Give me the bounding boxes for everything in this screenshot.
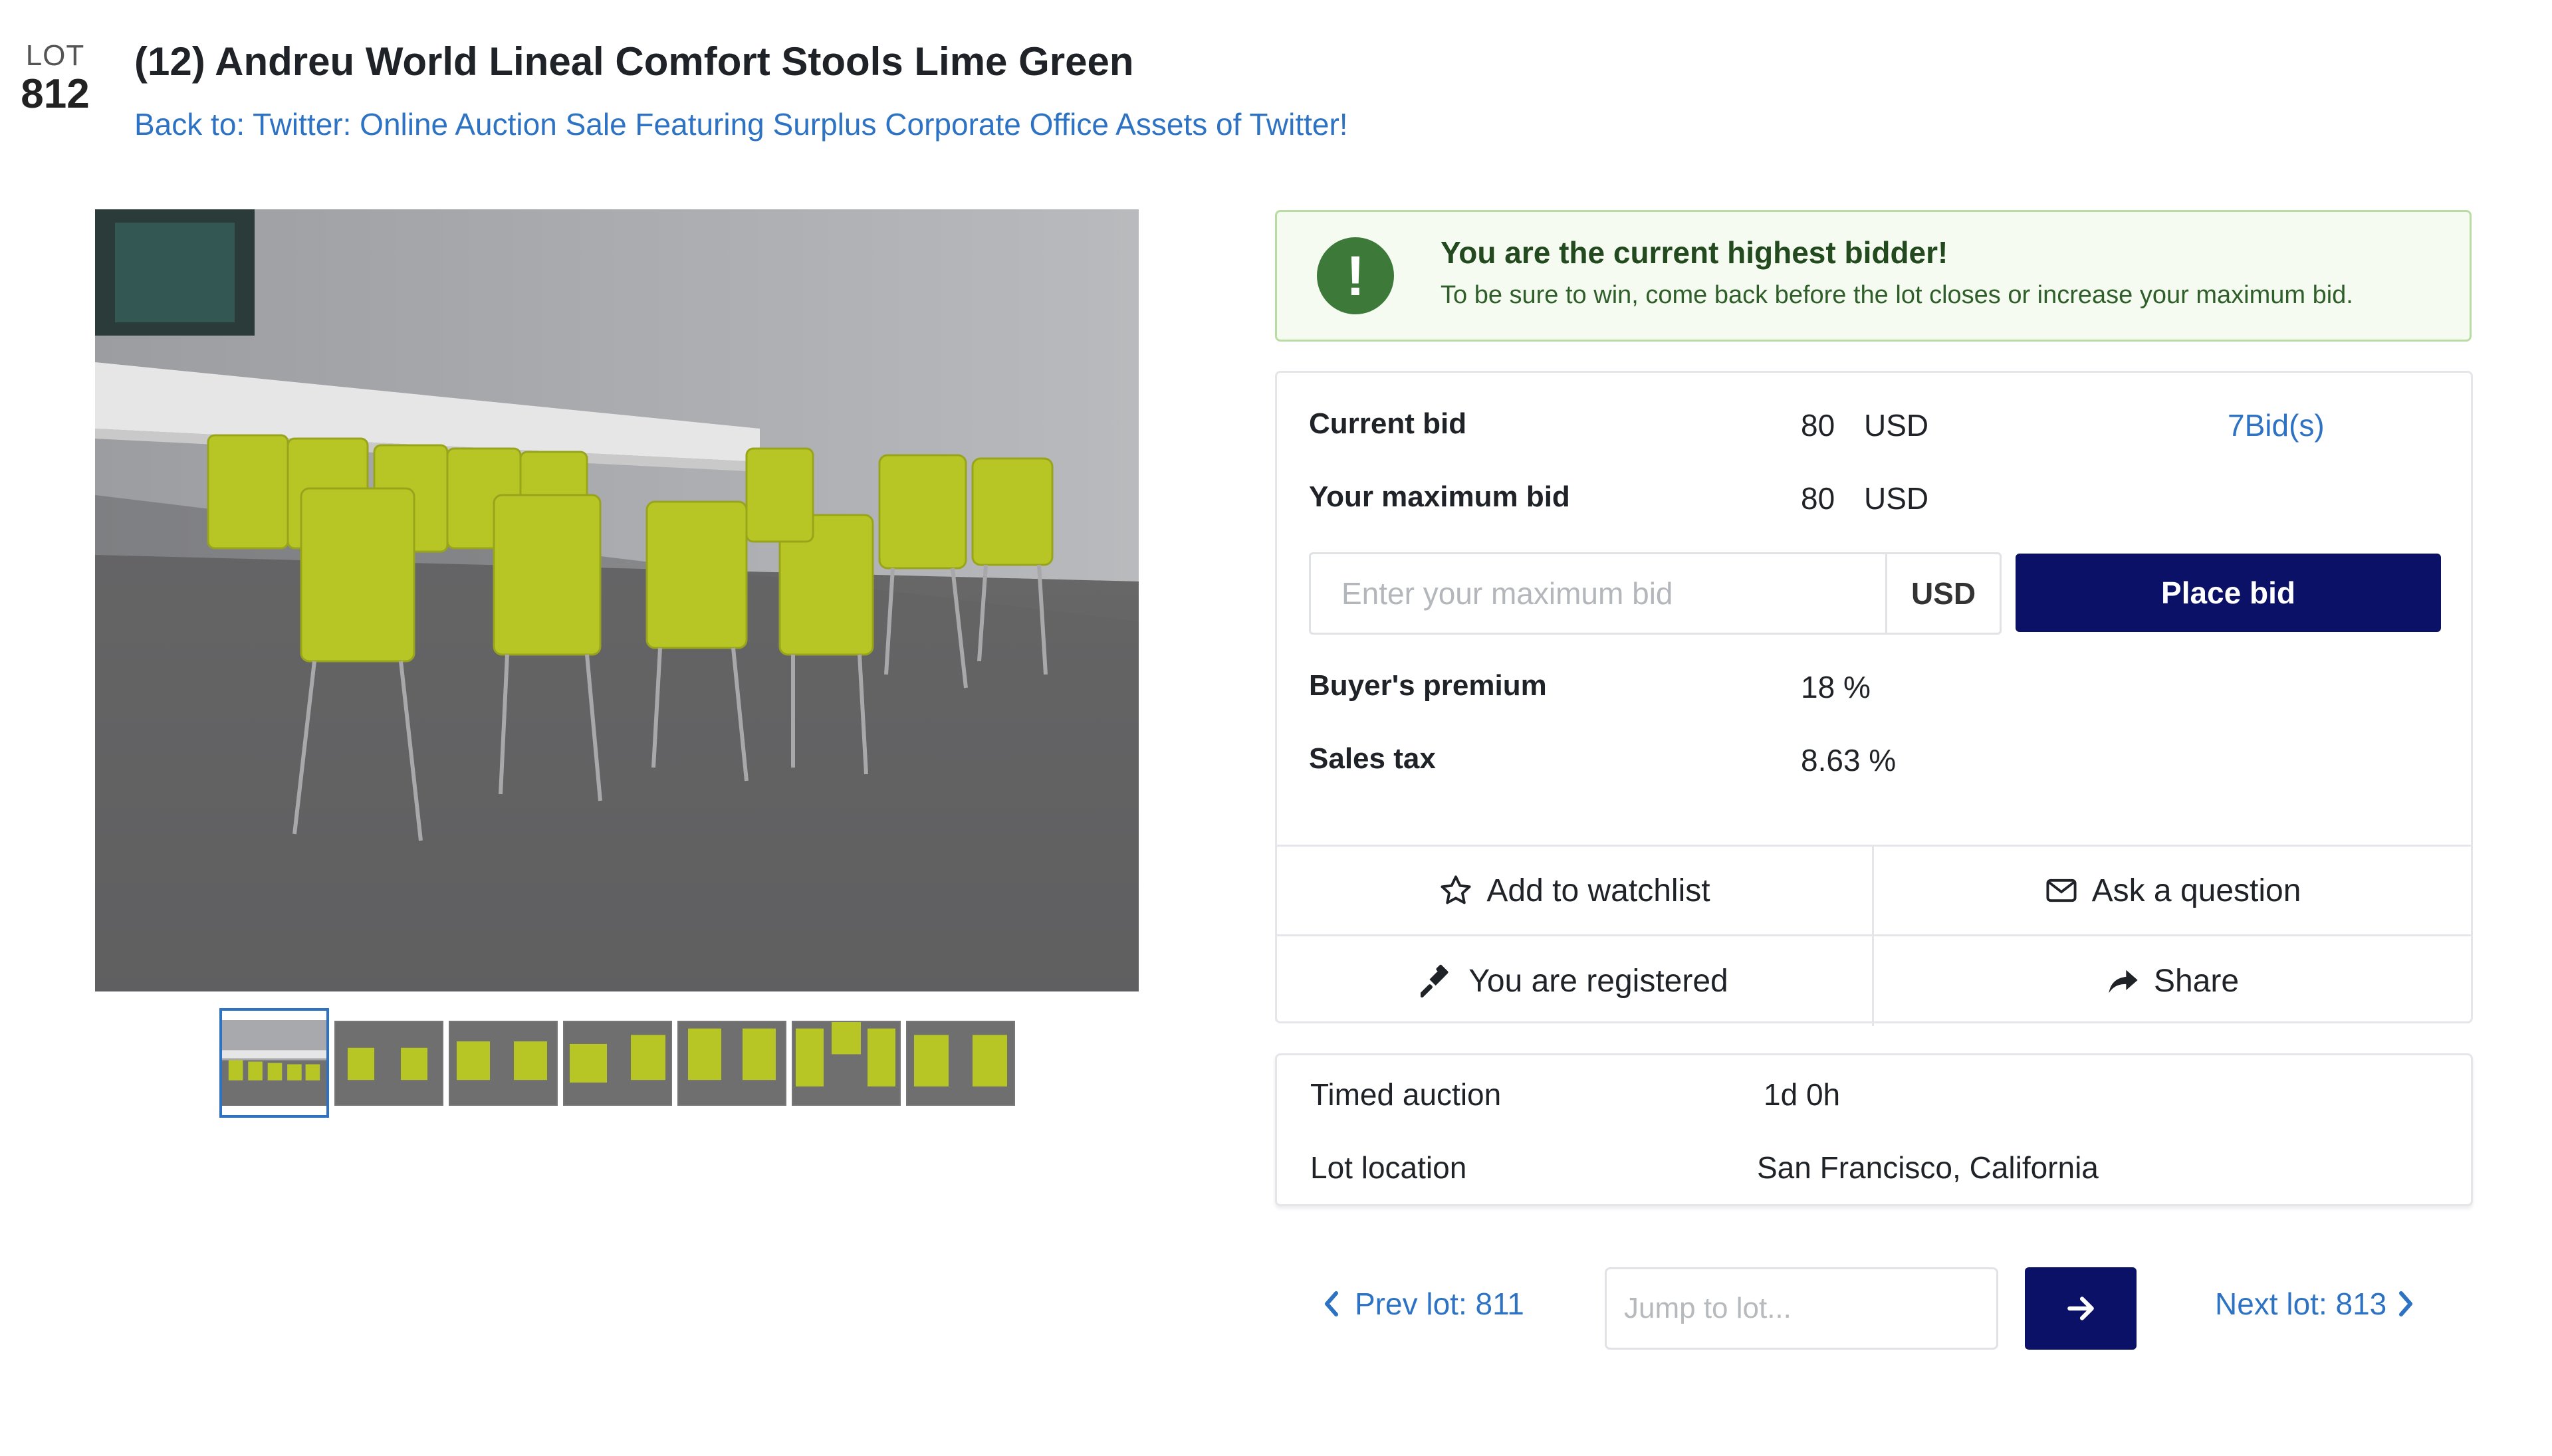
place-bid-button[interactable]: Place bid	[2016, 554, 2441, 632]
jump-to-lot-button[interactable]	[2025, 1267, 2137, 1350]
highest-bidder-alert: ! You are the current highest bidder! To…	[1275, 210, 2472, 342]
thumbnail-6[interactable]	[792, 1020, 901, 1106]
registered-status[interactable]: You are registered	[1277, 936, 1874, 1026]
current-bid-currency: USD	[1864, 408, 1929, 443]
max-bid-input[interactable]	[1311, 554, 1885, 633]
alert-headline: You are the current highest bidder!	[1441, 235, 1948, 270]
timed-auction-label: Timed auction	[1310, 1077, 1502, 1112]
thumbnail-2[interactable]	[334, 1020, 443, 1106]
thumbnail-3[interactable]	[449, 1020, 558, 1106]
next-lot-label: Next lot: 813	[2215, 1287, 2387, 1321]
max-bid-label: Your maximum bid	[1309, 480, 1570, 513]
arrow-right-icon	[2067, 1297, 2094, 1320]
share-icon	[2109, 970, 2138, 993]
prev-lot-link[interactable]: Prev lot: 811	[1323, 1286, 1524, 1322]
thumbnail-4[interactable]	[563, 1020, 672, 1106]
add-to-watchlist-button[interactable]: Add to watchlist	[1277, 847, 1874, 936]
lot-info-panel: Timed auction 1d 0h Lot location San Fra…	[1275, 1053, 2473, 1206]
lot-label: LOT	[25, 39, 85, 72]
thumbnail-5[interactable]	[677, 1020, 786, 1106]
ask-question-button[interactable]: Ask a question	[1874, 847, 2471, 936]
page-title: (12) Andreu World Lineal Comfort Stools …	[134, 39, 1134, 84]
max-bid-value: 80	[1801, 481, 1835, 516]
share-button[interactable]: Share	[1874, 936, 2471, 1026]
star-icon	[1441, 875, 1471, 904]
next-lot-link[interactable]: Next lot: 813	[2215, 1286, 2414, 1322]
chevron-right-icon	[2399, 1291, 2413, 1316]
lot-main-image[interactable]	[95, 209, 1139, 991]
registered-label: You are registered	[1468, 964, 1728, 999]
thumbnail-1[interactable]	[219, 1008, 329, 1118]
prev-lot-label: Prev lot: 811	[1355, 1287, 1524, 1321]
chevron-left-icon	[1325, 1291, 1338, 1316]
bid-panel: Current bid 80 USD 7Bid(s) Your maximum …	[1275, 371, 2473, 1026]
lot-location-value: San Francisco, California	[1757, 1150, 2099, 1185]
current-bid-value: 80	[1801, 408, 1835, 443]
back-to-auction-link[interactable]: Back to: Twitter: Online Auction Sale Fe…	[134, 106, 1348, 142]
thumbnail-strip	[219, 1008, 1015, 1118]
time-remaining-value: 1d 0h	[1764, 1077, 1841, 1112]
bid-history-link[interactable]: 7Bid(s)	[2228, 407, 2325, 443]
share-label: Share	[2153, 964, 2240, 999]
buyers-premium-value: 18 %	[1801, 670, 1871, 704]
jump-to-lot-input[interactable]	[1605, 1267, 1998, 1350]
exclamation-icon: !	[1317, 237, 1394, 314]
max-bid-currency: USD	[1864, 481, 1929, 516]
thumbnail-7[interactable]	[906, 1020, 1015, 1106]
lot-badge: LOT 812	[19, 39, 92, 118]
bid-input-unit: USD	[1885, 554, 2000, 633]
lot-number: 812	[21, 71, 90, 118]
buyers-premium-label: Buyer's premium	[1309, 669, 1547, 702]
lot-actions: Add to watchlist Ask a question You are …	[1277, 845, 2471, 1026]
envelope-icon	[2046, 879, 2077, 902]
alert-message: To be sure to win, come back before the …	[1441, 281, 2353, 309]
watchlist-label: Add to watchlist	[1486, 873, 1710, 908]
current-bid-label: Current bid	[1309, 407, 1467, 440]
sales-tax-label: Sales tax	[1309, 742, 1436, 775]
lot-location-label: Lot location	[1310, 1150, 1467, 1185]
sales-tax-value: 8.63 %	[1801, 743, 1897, 778]
ask-question-label: Ask a question	[2091, 873, 2301, 908]
gavel-icon	[1421, 964, 1449, 997]
max-bid-input-group: USD	[1309, 552, 2002, 635]
